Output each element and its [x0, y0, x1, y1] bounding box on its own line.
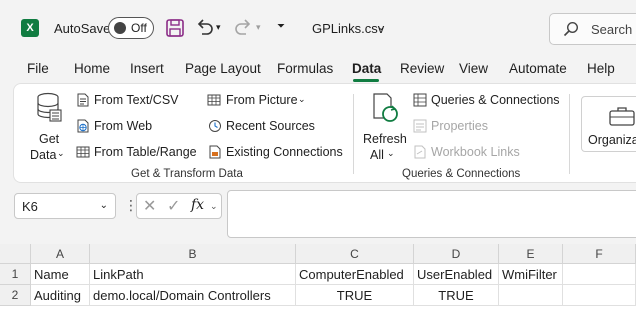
queries-connections-icon: [413, 93, 427, 107]
cell-b1[interactable]: LinkPath: [90, 264, 296, 285]
workbook-links-button[interactable]: Workbook Links: [431, 145, 520, 159]
picture-icon: [207, 94, 221, 106]
column-header-f[interactable]: F: [563, 244, 636, 264]
cell-d2[interactable]: TRUE: [414, 285, 499, 306]
cell-c2[interactable]: TRUE: [296, 285, 414, 306]
spreadsheet-grid: A B C D E F 1 Name LinkPath ComputerEnab…: [0, 244, 636, 310]
group-separator: [353, 94, 354, 174]
column-header-b[interactable]: B: [90, 244, 296, 264]
row-header-2[interactable]: 2: [0, 285, 31, 306]
organize-button[interactable]: Organizat: [581, 96, 636, 152]
properties-button[interactable]: Properties: [431, 119, 488, 133]
autosave-state: Off: [131, 21, 147, 35]
recent-sources-button[interactable]: Recent Sources: [226, 119, 315, 133]
fx-chevron-icon[interactable]: ⌄: [210, 201, 218, 212]
tab-page-layout[interactable]: Page Layout: [185, 61, 261, 76]
row-header-1[interactable]: 1: [0, 264, 31, 285]
cell-e2[interactable]: [499, 285, 563, 306]
name-box[interactable]: K6 ⌄: [14, 193, 116, 219]
tab-home[interactable]: Home: [74, 61, 110, 76]
from-text-csv-button[interactable]: From Text/CSV: [94, 93, 179, 107]
autosave-label: AutoSave: [54, 21, 111, 36]
formula-input[interactable]: [227, 190, 636, 238]
undo-dropdown-icon[interactable]: ▾: [216, 22, 221, 33]
tab-review[interactable]: Review: [400, 61, 444, 76]
organize-label: Organizat: [588, 133, 636, 147]
tab-insert[interactable]: Insert: [130, 61, 164, 76]
save-icon[interactable]: [165, 18, 185, 38]
autosave-toggle[interactable]: Off: [108, 17, 154, 39]
existing-connections-button[interactable]: Existing Connections: [226, 145, 343, 159]
cell-b2[interactable]: demo.local/Domain Controllers: [90, 285, 296, 306]
workbook-links-icon: [414, 145, 426, 159]
name-box-chevron-icon[interactable]: ⌄: [100, 200, 108, 211]
title-bar: X AutoSave Off ▾ ▾ ⏷ GPLinks.csv ⌄ Searc…: [0, 0, 636, 56]
cell-f1[interactable]: [563, 264, 636, 285]
refresh-all-button[interactable]: Refresh All ⌄: [361, 90, 407, 162]
toggle-knob: [114, 22, 126, 34]
excel-logo-icon: X: [21, 19, 39, 37]
get-data-label-2: Data: [30, 148, 57, 162]
tab-formulas[interactable]: Formulas: [277, 61, 333, 76]
cell-c1[interactable]: ComputerEnabled: [296, 264, 414, 285]
cell-a2[interactable]: Auditing: [31, 285, 90, 306]
refresh-chevron-icon: ⌄: [387, 148, 395, 158]
active-tab-indicator: [353, 79, 379, 82]
enter-check-icon[interactable]: ✓: [167, 196, 180, 216]
from-table-range-button[interactable]: From Table/Range: [94, 145, 197, 159]
group-label-get-transform: Get & Transform Data: [131, 168, 243, 180]
refresh-all-label-2: All: [370, 148, 384, 162]
text-file-icon: [77, 93, 89, 107]
redo-icon[interactable]: [234, 18, 254, 38]
undo-icon[interactable]: [194, 18, 214, 38]
insert-function-icon[interactable]: fx: [191, 197, 204, 213]
customize-quick-access-icon[interactable]: ⏷: [277, 21, 285, 32]
get-data-chevron-icon: ⌄: [57, 148, 65, 158]
get-data-button[interactable]: Get Data ⌄: [28, 90, 68, 162]
refresh-all-label-1: Refresh: [363, 132, 407, 146]
redo-dropdown-icon[interactable]: ▾: [256, 22, 261, 33]
column-header-d[interactable]: D: [414, 244, 499, 264]
select-all-corner[interactable]: [0, 244, 31, 264]
group-separator: [569, 94, 570, 174]
cell-d1[interactable]: UserEnabled: [414, 264, 499, 285]
ribbon: Get Data ⌄ From Text/CSV From Web From T…: [13, 83, 636, 183]
properties-icon: [413, 119, 427, 133]
tab-view[interactable]: View: [459, 61, 488, 76]
cell-f2[interactable]: [563, 285, 636, 306]
tab-help[interactable]: Help: [587, 61, 615, 76]
column-header-e[interactable]: E: [499, 244, 563, 264]
search-box[interactable]: Search: [549, 13, 636, 45]
formula-controls: ✕ ✓ fx ⌄: [136, 193, 222, 219]
from-web-button[interactable]: From Web: [94, 119, 152, 133]
search-icon: [563, 21, 579, 37]
cell-e1[interactable]: WmiFilter: [499, 264, 563, 285]
from-picture-chevron-icon[interactable]: ⌄: [298, 94, 306, 105]
queries-connections-button[interactable]: Queries & Connections: [431, 93, 560, 107]
tab-automate[interactable]: Automate: [509, 61, 567, 76]
file-name[interactable]: GPLinks.csv: [312, 21, 384, 36]
cell-a1[interactable]: Name: [31, 264, 90, 285]
database-icon: [37, 92, 62, 122]
recent-sources-icon: [209, 120, 221, 132]
cancel-icon[interactable]: ✕: [143, 196, 156, 216]
ribbon-tabs: File Home Insert Page Layout Formulas Da…: [0, 56, 636, 82]
briefcase-icon: [609, 107, 635, 126]
column-header-a[interactable]: A: [31, 244, 90, 264]
from-picture-button[interactable]: From Picture: [226, 93, 298, 107]
tab-file[interactable]: File: [27, 61, 49, 76]
refresh-icon: [373, 93, 398, 122]
group-label-queries-connections: Queries & Connections: [402, 168, 521, 180]
web-icon: [77, 119, 89, 133]
existing-connections-icon: [209, 145, 221, 159]
table-icon: [76, 146, 90, 158]
name-box-value: K6: [22, 199, 38, 214]
tab-data[interactable]: Data: [352, 61, 381, 76]
filename-chevron-down-icon[interactable]: ⌄: [377, 22, 385, 33]
get-data-label-1: Get: [39, 132, 60, 146]
search-placeholder: Search: [591, 22, 633, 37]
formula-bar: K6 ⌄ ⋮ ✕ ✓ fx ⌄: [0, 188, 636, 244]
column-header-c[interactable]: C: [296, 244, 414, 264]
